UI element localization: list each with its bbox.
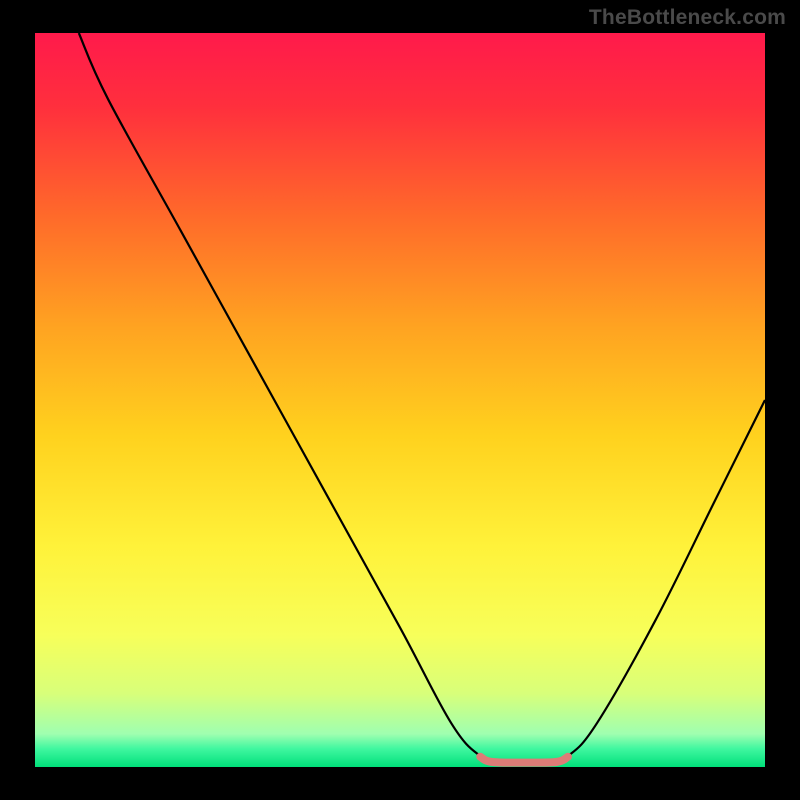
attribution-label: TheBottleneck.com xyxy=(589,6,786,30)
plot-background xyxy=(35,33,765,767)
chart-frame: TheBottleneck.com xyxy=(0,0,800,800)
bottleneck-plot xyxy=(0,0,800,800)
